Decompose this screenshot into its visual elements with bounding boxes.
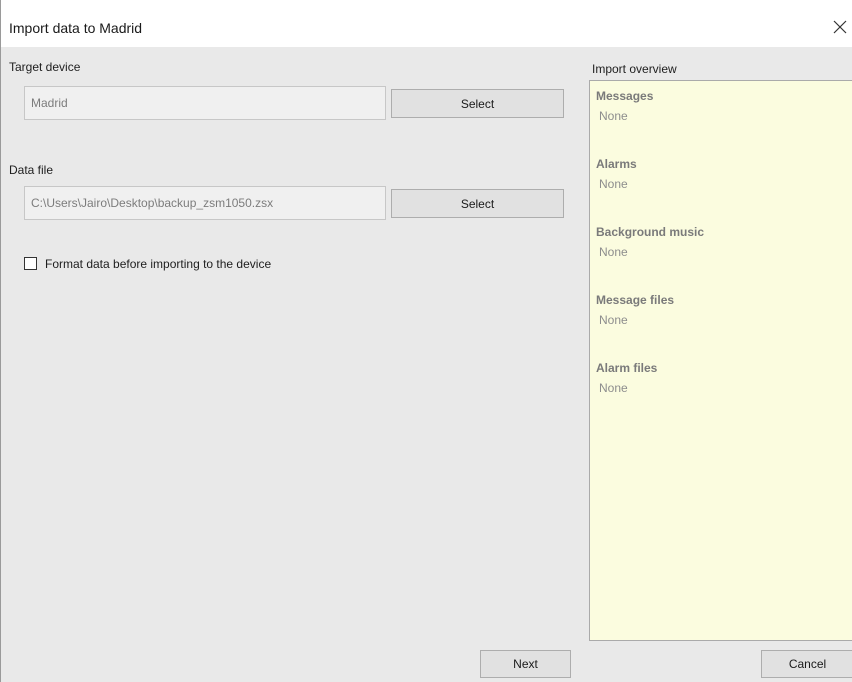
format-data-checkbox[interactable] [24,257,37,270]
select-data-file-button[interactable]: Select [391,189,564,218]
overview-message-files-title: Message files [596,293,675,307]
overview-messages-title: Messages [596,89,654,103]
overview-alarm-files-title: Alarm files [596,361,658,375]
overview-messages-value: None [599,109,628,123]
overview-background-music-value: None [599,245,628,259]
import-overview-panel: Messages None Alarms None Background mus… [589,80,852,641]
select-target-device-button[interactable]: Select [391,89,564,118]
format-data-label[interactable]: Format data before importing to the devi… [45,257,271,271]
import-overview-label: Import overview [592,62,677,76]
import-dialog: Import data to Madrid Target device Sele… [0,0,852,682]
title-bar: Import data to Madrid [1,0,852,47]
close-button[interactable] [828,14,852,38]
overview-background-music-title: Background music [596,225,705,239]
overview-alarm-files-value: None [599,381,628,395]
target-device-label: Target device [9,60,81,74]
target-device-field[interactable] [24,86,386,120]
overview-message-files-value: None [599,313,628,327]
overview-alarms-title: Alarms [596,157,637,171]
dialog-title: Import data to Madrid [9,20,143,36]
next-button[interactable]: Next [480,650,571,678]
close-icon [833,20,847,34]
data-file-label: Data file [9,163,54,177]
overview-alarms-value: None [599,177,628,191]
data-file-field[interactable] [24,186,386,220]
cancel-button[interactable]: Cancel [761,650,852,678]
